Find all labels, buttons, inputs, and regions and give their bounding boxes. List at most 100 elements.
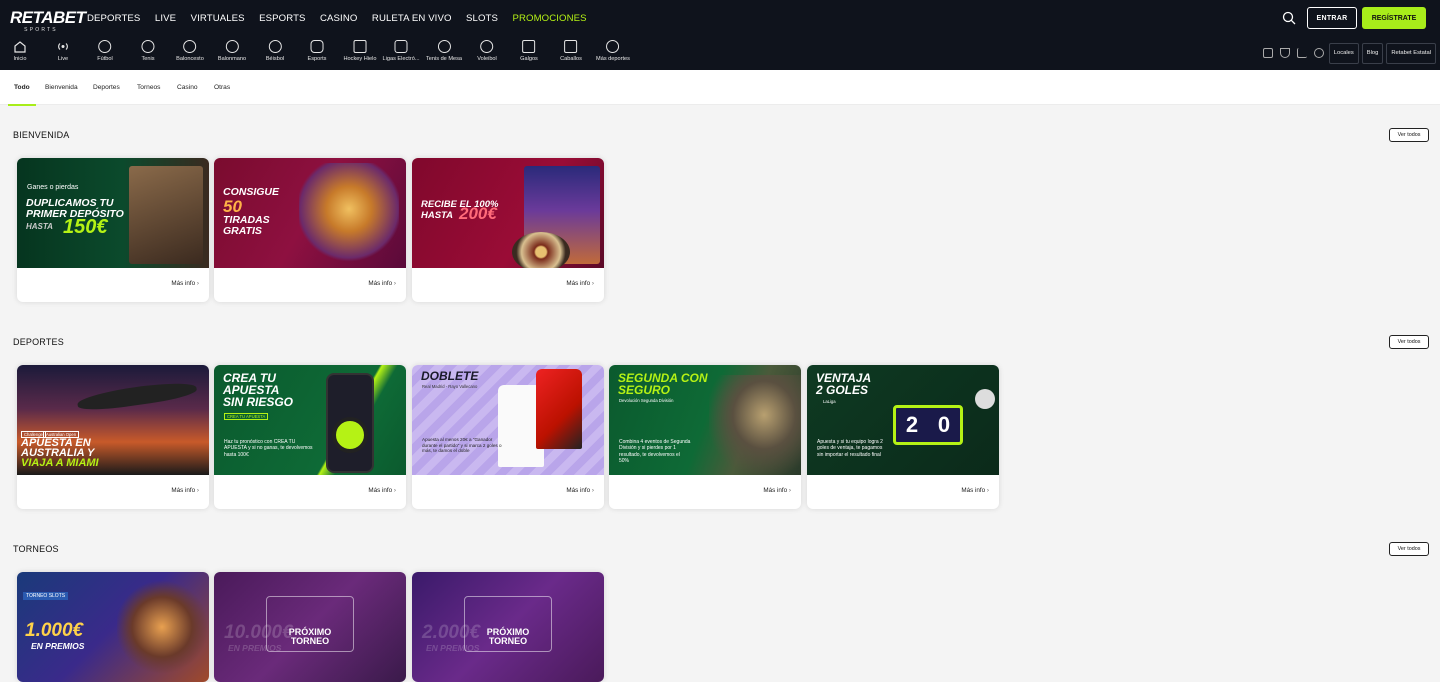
retabet-estatal-button[interactable]: Retabet Estatal (1386, 42, 1436, 64)
mas-info-link[interactable]: Más info (368, 487, 396, 494)
chat-icon[interactable] (1313, 48, 1324, 58)
promo-card-proximo-torneo-2[interactable]: 2.000€ EN PREMIOS PRÓXIMO TORNEO (412, 572, 604, 682)
ball-icon (975, 389, 995, 409)
promo-headline-3: VIAJA A MIAMI (21, 457, 99, 469)
sport-mas-deportes[interactable]: Más deportes (596, 40, 630, 62)
promo-match: Real Madrid - Rayo Vallecano (422, 384, 478, 389)
tab-deportes[interactable]: Deportes (93, 70, 120, 105)
sport-caballos[interactable]: Caballos (560, 40, 582, 62)
sport-esports[interactable]: Esports (308, 40, 326, 62)
volleyball-icon (480, 40, 494, 53)
greyhound-icon (522, 40, 536, 53)
sport-label: Fútbol (97, 56, 113, 62)
proximo-label-2: TORNEO (290, 636, 330, 646)
promo-amount: 150€ (63, 216, 108, 238)
mas-info-link[interactable]: Más info (566, 280, 594, 287)
promo-card-proximo-torneo-1[interactable]: 10.000€ EN PREMIOS PRÓXIMO TORNEO (214, 572, 406, 682)
promo-card-australia[interactable]: Challenge Australian Open APUESTA EN AUS… (17, 365, 209, 509)
mas-info-link[interactable]: Más info (368, 280, 396, 287)
promo-description: Haz tu pronóstico con CREA TU APUESTA y … (224, 439, 313, 458)
mas-info-link[interactable]: Más info (566, 487, 594, 494)
roulette-wheel (512, 232, 570, 268)
login-button[interactable]: ENTRAR (1307, 7, 1357, 29)
sport-tenis-de-mesa[interactable]: Tenis de Mesa (426, 40, 462, 62)
promo-card-tiradas-gratis[interactable]: CONSIGUE 50 TIRADAS GRATIS Más info (214, 158, 406, 302)
sport-label: Baloncesto (176, 56, 204, 62)
tab-bienvenida[interactable]: Bienvenida (45, 70, 78, 105)
sport-ligas-electronicas[interactable]: Ligas Electró... (383, 40, 420, 62)
football-icon (98, 40, 112, 53)
nav-deportes[interactable]: DEPORTES (87, 13, 140, 24)
promo-headline-3: SIN RIESGO (223, 395, 294, 409)
promo-card-torneo-slots[interactable]: TORNEO SLOTS 1.000€ EN PREMIOS (17, 572, 209, 682)
search-icon[interactable] (1282, 11, 1296, 25)
sport-balonmano[interactable]: Balonmano (218, 40, 246, 62)
sport-beisbol[interactable]: Béisbol (266, 40, 284, 62)
horse-icon (564, 40, 578, 53)
promo-banner: CREA TU APUESTA SIN RIESGO CREA TU APUES… (214, 365, 406, 475)
nav-esports[interactable]: ESPORTS (259, 13, 305, 24)
sport-tenis[interactable]: Tenis (141, 40, 155, 62)
gamepad-icon (310, 40, 324, 53)
blog-button[interactable]: Blog (1361, 42, 1384, 64)
promo-banner: TORNEO SLOTS 1.000€ EN PREMIOS (17, 572, 209, 682)
nav-live[interactable]: LIVE (155, 13, 176, 24)
score-away: 0 (937, 412, 951, 437)
sport-voleibol[interactable]: Voleibol (477, 40, 497, 62)
ver-todos-bienvenida[interactable]: Ver todos (1389, 128, 1429, 142)
basketball-icon (183, 40, 197, 53)
nav-slots[interactable]: SLOTS (466, 13, 498, 24)
red-jersey (536, 369, 582, 449)
promo-card-recibe-100[interactable]: RECIBE EL 100% HASTA 200€ Más info (412, 158, 604, 302)
tennis-icon (141, 40, 155, 53)
promo-amount: 1.000€ (25, 620, 84, 641)
mas-info-link[interactable]: Más info (171, 280, 199, 287)
sport-label: Más deportes (596, 56, 630, 62)
sport-live[interactable]: Live (56, 40, 70, 62)
mas-info-link[interactable]: Más info (961, 487, 989, 494)
baseball-icon (268, 40, 282, 53)
ver-todos-torneos[interactable]: Ver todos (1389, 542, 1429, 556)
promo-card-duplicamos[interactable]: Ganes o pierdas DUPLICAMOS TU PRIMER DEP… (17, 158, 209, 302)
sport-label: Béisbol (265, 56, 285, 62)
promo-banner: SEGUNDA CON SEGURO Devolución Segunda Di… (609, 365, 801, 475)
promo-headline-3: HASTA (26, 222, 53, 231)
lock-icon (332, 417, 368, 453)
promo-card-crea-tu-apuesta[interactable]: CREA TU APUESTA SIN RIESGO CREA TU APUES… (214, 365, 406, 509)
scoreboard: 2 0 (893, 405, 963, 445)
sport-galgos[interactable]: Galgos (520, 40, 538, 62)
calendar-icon[interactable] (1262, 48, 1273, 58)
nav-casino[interactable]: CASINO (320, 13, 357, 24)
airplane-artwork (76, 378, 198, 414)
ver-todos-deportes[interactable]: Ver todos (1389, 335, 1429, 349)
hockey-icon (353, 40, 367, 53)
section-title-deportes: DEPORTES (13, 337, 64, 347)
tab-casino[interactable]: Casino (177, 70, 198, 105)
section-title-bienvenida: BIENVENIDA (13, 130, 70, 140)
trophy-icon[interactable] (1279, 48, 1290, 58)
sport-inicio[interactable]: Inicio (13, 40, 27, 62)
promo-card-ventaja-2-goles[interactable]: 2 0 VENTAJA 2 GOLES LaLiga Apuesta y si … (807, 365, 999, 509)
sport-baloncesto[interactable]: Baloncesto (176, 40, 204, 62)
locales-button[interactable]: Locales (1328, 42, 1359, 64)
promo-card-segunda-con-seguro[interactable]: SEGUNDA CON SEGURO Devolución Segunda Di… (609, 365, 801, 509)
mas-info-link[interactable]: Más info (171, 487, 199, 494)
promo-description: Apuesta al menos 20€ a "Ganador durante … (422, 437, 502, 454)
brand-logo[interactable]: RETABET SPORTS (10, 9, 86, 33)
promo-card-doblete[interactable]: DOBLETE Real Madrid - Rayo Vallecano Apu… (412, 365, 604, 509)
register-button[interactable]: REGÍSTRATE (1362, 7, 1426, 29)
nav-virtuales[interactable]: VIRTUALES (191, 13, 245, 24)
right-nav: Locales Blog Retabet Estatal (1261, 42, 1436, 64)
promo-tag: TORNEO SLOTS (23, 592, 69, 601)
tab-otras[interactable]: Otras (214, 70, 230, 105)
nav-promociones[interactable]: PROMOCIONES (512, 13, 586, 24)
tab-todo[interactable]: Todo (8, 70, 36, 106)
sport-hockey-hielo[interactable]: Hockey Hielo (344, 40, 376, 62)
promo-headline-2: HASTA (421, 210, 454, 221)
promo-description: Apuesta y si tu equipo logra 2 goles de … (817, 439, 883, 458)
tab-torneos[interactable]: Torneos (137, 70, 160, 105)
mas-info-link[interactable]: Más info (763, 487, 791, 494)
nav-ruleta-en-vivo[interactable]: RULETA EN VIVO (372, 13, 452, 24)
stats-icon[interactable] (1296, 48, 1307, 58)
sport-futbol[interactable]: Fútbol (97, 40, 113, 62)
